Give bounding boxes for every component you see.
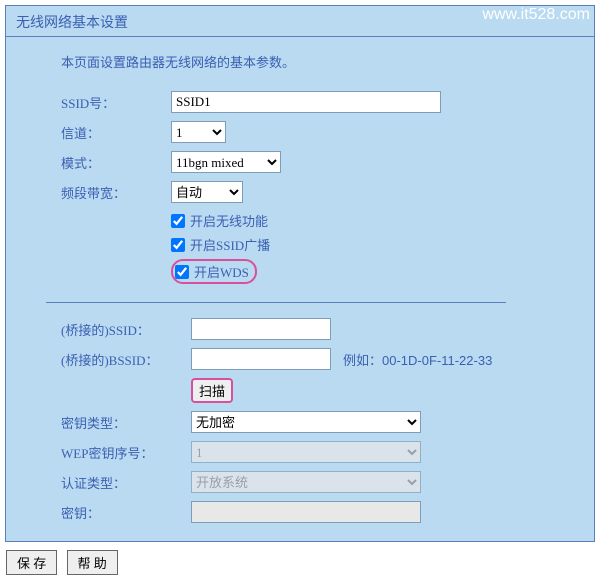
mode-label: 模式： [61, 153, 171, 172]
bandwidth-select[interactable]: 自动 [171, 181, 243, 203]
panel-description: 本页面设置路由器无线网络的基本参数。 [61, 52, 564, 71]
wep-index-label: WEP密钥序号： [61, 443, 191, 462]
enable-wireless-checkbox[interactable] [171, 214, 185, 228]
bridge-ssid-input[interactable] [191, 318, 331, 340]
section-divider [46, 302, 506, 303]
key-label: 密钥： [61, 503, 191, 522]
auth-type-select: 开放系统 [191, 471, 421, 493]
scan-button[interactable]: 扫描 [191, 378, 233, 403]
ssid-label: SSID号： [61, 93, 171, 112]
enable-ssid-broadcast-checkbox[interactable] [171, 238, 185, 252]
watermark-text: www.it528.com [482, 6, 590, 24]
enable-ssid-broadcast-label: 开启SSID广播 [190, 235, 270, 254]
key-type-select[interactable]: 无加密 [191, 411, 421, 433]
panel-content: 本页面设置路由器无线网络的基本参数。 SSID号： 信道： 1 模式： 11bg… [6, 37, 594, 541]
mode-select[interactable]: 11bgn mixed [171, 151, 281, 173]
channel-label: 信道： [61, 123, 171, 142]
enable-wds-label: 开启WDS [194, 262, 249, 281]
button-bar: 保 存 帮 助 [6, 550, 594, 575]
key-input [191, 501, 421, 523]
bridge-bssid-input[interactable] [191, 348, 331, 370]
help-button[interactable]: 帮 助 [67, 550, 118, 575]
bssid-example: 例如：00-1D-0F-11-22-33 [343, 350, 492, 369]
bridge-bssid-label: (桥接的)BSSID： [61, 350, 191, 369]
wds-highlighted: 开启WDS [171, 259, 257, 284]
ssid-input[interactable] [171, 91, 441, 113]
enable-wds-checkbox[interactable] [175, 265, 189, 279]
key-type-label: 密钥类型： [61, 413, 191, 432]
wep-index-select: 1 [191, 441, 421, 463]
bridge-ssid-label: (桥接的)SSID： [61, 320, 191, 339]
save-button[interactable]: 保 存 [6, 550, 57, 575]
channel-select[interactable]: 1 [171, 121, 226, 143]
bandwidth-label: 频段带宽： [61, 183, 171, 202]
auth-type-label: 认证类型： [61, 473, 191, 492]
wireless-settings-panel: www.it528.com 无线网络基本设置 本页面设置路由器无线网络的基本参数… [5, 5, 595, 542]
enable-wireless-label: 开启无线功能 [190, 211, 268, 230]
